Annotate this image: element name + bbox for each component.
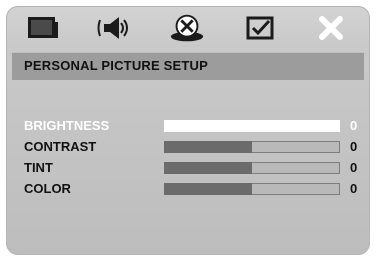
brightness-slider[interactable] <box>164 120 340 132</box>
check-preference-icon[interactable] <box>242 12 280 44</box>
color-value: 0 <box>350 181 358 196</box>
contrast-label: CONTRAST <box>24 139 97 154</box>
setting-row-brightness[interactable]: BRIGHTNESS 0 <box>16 116 360 137</box>
speaker-audio-icon[interactable] <box>96 12 134 44</box>
color-label: COLOR <box>24 181 71 196</box>
contrast-slider[interactable] <box>164 141 340 153</box>
setting-row-tint[interactable]: TINT 0 <box>16 158 360 179</box>
setup-title-bar: PERSONAL PICTURE SETUP <box>12 52 364 80</box>
tv-screen-icon[interactable] <box>24 12 62 44</box>
setting-row-contrast[interactable]: CONTRAST 0 <box>16 137 360 158</box>
color-fill <box>164 183 252 195</box>
contrast-value: 0 <box>350 139 358 154</box>
tint-value: 0 <box>350 160 358 175</box>
page-title: PERSONAL PICTURE SETUP <box>24 58 209 73</box>
settings-panel: PERSONAL PICTURE SETUP BRIGHTNESS 0 CONT… <box>6 6 370 255</box>
brightness-fill <box>164 120 252 132</box>
settings-list: BRIGHTNESS 0 CONTRAST 0 TINT 0 COLOR 0 <box>16 116 360 200</box>
contrast-fill <box>164 141 252 153</box>
tint-slider[interactable] <box>164 162 340 174</box>
tint-fill <box>164 162 252 174</box>
tint-label: TINT <box>24 160 53 175</box>
close-icon[interactable] <box>312 12 350 44</box>
toolbar <box>6 6 370 48</box>
brightness-label: BRIGHTNESS <box>24 118 110 133</box>
brightness-value: 0 <box>350 118 358 133</box>
setting-row-color[interactable]: COLOR 0 <box>16 179 360 200</box>
color-slider[interactable] <box>164 183 340 195</box>
picture-disc-icon[interactable] <box>168 12 206 44</box>
